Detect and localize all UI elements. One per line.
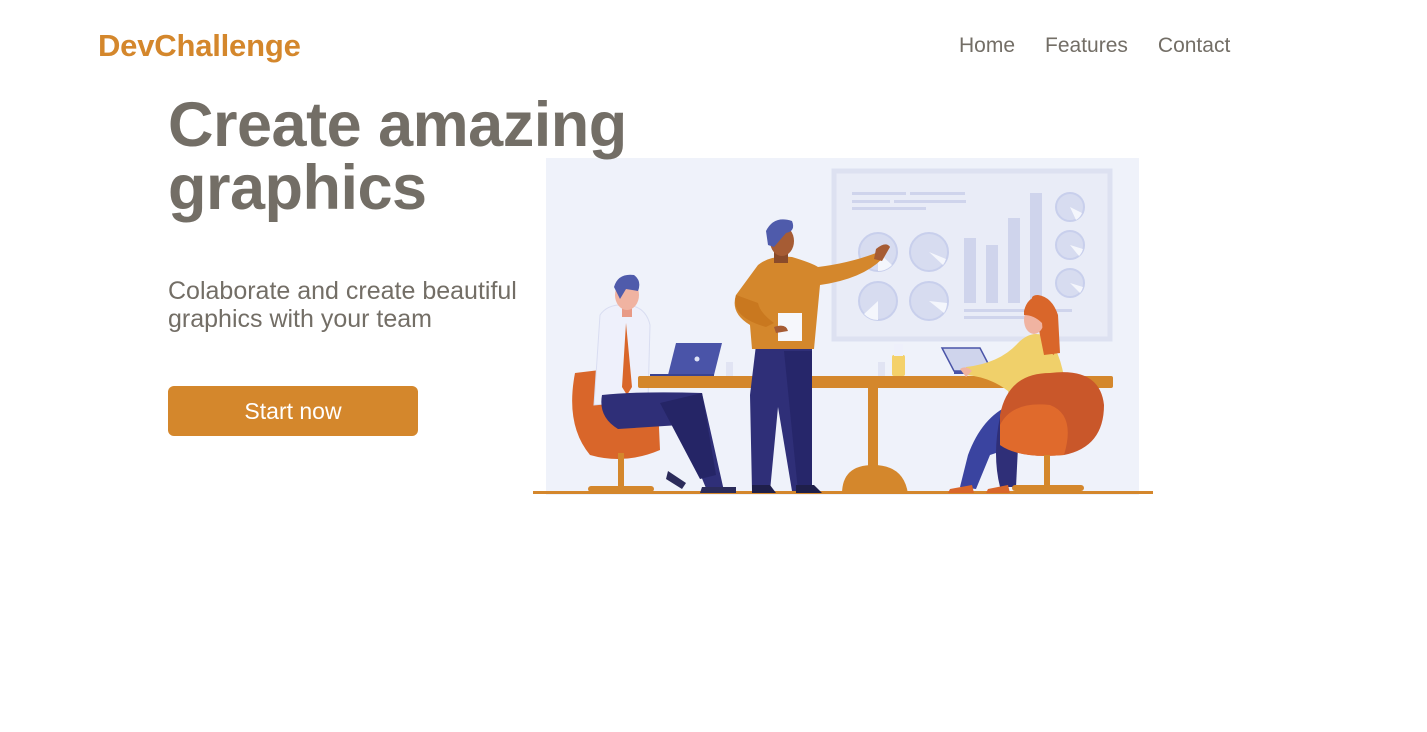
- logo[interactable]: DevChallenge: [98, 28, 301, 64]
- hero-title-line-2: graphics: [168, 153, 427, 223]
- hero-subtitle-line-2: graphics with your team: [168, 305, 433, 333]
- hero-title-line-1: Create amazing: [168, 90, 627, 160]
- nav-link-home[interactable]: Home: [959, 34, 1015, 58]
- main-nav: Home Features Contact: [959, 34, 1230, 58]
- nav-link-contact[interactable]: Contact: [1158, 34, 1230, 58]
- start-now-button[interactable]: Start now: [168, 386, 418, 436]
- hero-subtitle-line-1: Colaborate and create beautiful: [168, 277, 517, 305]
- nav-link-features[interactable]: Features: [1045, 34, 1128, 58]
- hero-title: Create amazing graphics: [168, 94, 688, 220]
- hero-subtitle: Colaborate and create beautiful graphics…: [168, 277, 558, 333]
